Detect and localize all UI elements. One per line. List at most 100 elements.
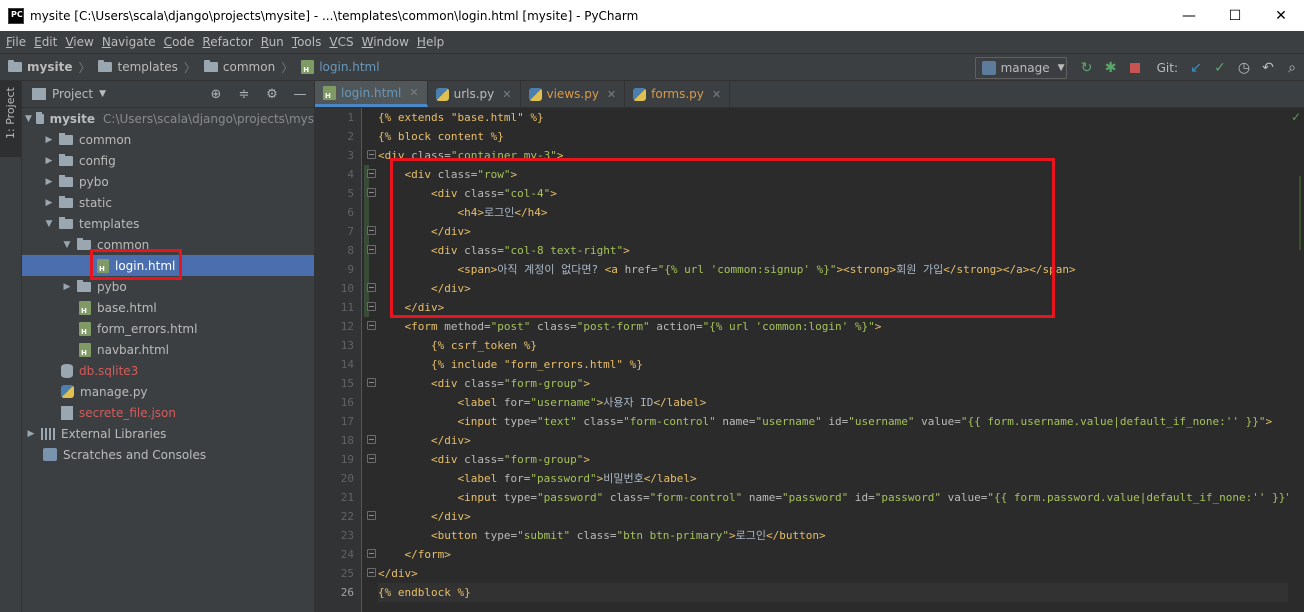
fold-marker[interactable] <box>367 188 376 197</box>
tree-item-static[interactable]: ▶ static <box>22 192 314 213</box>
close-icon[interactable]: ✕ <box>712 88 721 101</box>
fold-marker[interactable] <box>367 245 376 254</box>
annotation-highlight-code <box>390 158 1055 318</box>
breadcrumb-templates[interactable]: templates 〉 <box>90 59 196 76</box>
tree-item-form-errors-html[interactable]: form_errors.html <box>22 318 314 339</box>
chevron-down-icon[interactable]: ▼ <box>25 114 32 124</box>
stop-button[interactable] <box>1123 56 1147 80</box>
database-file-icon <box>61 363 73 378</box>
chevron-right-icon[interactable]: ▶ <box>61 282 73 292</box>
chevron-down-icon[interactable]: ▼ <box>61 240 73 250</box>
scratches-icon <box>43 448 57 461</box>
tab-urls-py[interactable]: urls.py ✕ <box>428 81 521 107</box>
chevron-down-icon[interactable]: ▼ <box>99 89 106 99</box>
project-tool-tab[interactable]: 1: Project <box>0 81 21 157</box>
fold-marker[interactable] <box>367 454 376 463</box>
fold-marker[interactable] <box>367 511 376 520</box>
python-file-icon <box>435 87 449 101</box>
breadcrumb-common[interactable]: common 〉 <box>196 59 293 76</box>
folder-icon <box>77 237 91 250</box>
fold-marker[interactable] <box>367 378 376 387</box>
menu-help[interactable]: Help <box>413 35 448 49</box>
line-number: 19 <box>340 453 354 466</box>
git-commit-button[interactable]: ✓ <box>1208 56 1232 80</box>
chevron-right-icon[interactable]: ▶ <box>43 135 55 145</box>
history-icon[interactable]: ◷ <box>1232 56 1256 80</box>
chevron-right-icon[interactable]: ▶ <box>43 198 55 208</box>
collapse-all-icon[interactable]: ≑ <box>230 87 258 102</box>
tab-login-html[interactable]: login.html ✕ <box>315 81 428 107</box>
debug-button[interactable]: ✱ <box>1099 56 1123 80</box>
chevron-right-icon[interactable]: ▶ <box>43 156 55 166</box>
menu-view[interactable]: View <box>61 35 97 49</box>
tree-item-secrete-file-json[interactable]: secrete_file.json <box>22 402 314 423</box>
close-icon[interactable]: ✕ <box>607 88 616 101</box>
menu-tools[interactable]: Tools <box>288 35 326 49</box>
tab-forms-py[interactable]: forms.py ✕ <box>625 81 731 107</box>
fold-marker[interactable] <box>367 321 376 330</box>
menu-edit[interactable]: Edit <box>30 35 61 49</box>
tree-item-templates[interactable]: ▼ templates <box>22 213 314 234</box>
fold-marker[interactable] <box>367 283 376 292</box>
close-icon[interactable]: ✕ <box>502 88 511 101</box>
tree-item-scratches[interactable]: Scratches and Consoles <box>22 444 314 465</box>
maximize-button[interactable]: ☐ <box>1212 0 1258 31</box>
run-config-select[interactable]: manage ▼ <box>974 56 1067 79</box>
menu-vcs[interactable]: VCS <box>325 35 357 49</box>
fold-marker[interactable] <box>367 150 376 159</box>
close-button[interactable]: ✕ <box>1258 0 1304 31</box>
chevron-right-icon[interactable]: ▶ <box>43 177 55 187</box>
breadcrumb-project[interactable]: mysite 〉 <box>0 59 90 76</box>
line-number: 14 <box>340 358 354 371</box>
tree-item-pybo[interactable]: ▶ pybo <box>22 171 314 192</box>
project-view-select[interactable]: Project <box>52 87 93 101</box>
tree-item-external-libraries[interactable]: ▶ External Libraries <box>22 423 314 444</box>
line-number: 17 <box>340 415 354 428</box>
fold-marker[interactable] <box>367 302 376 311</box>
tree-item-config[interactable]: ▶ config <box>22 150 314 171</box>
menu-navigate[interactable]: Navigate <box>98 35 160 49</box>
menu-run[interactable]: Run <box>257 35 288 49</box>
chevron-right-icon[interactable]: ▶ <box>25 429 37 439</box>
rerun-button[interactable]: ↻ <box>1075 56 1099 80</box>
editor-scrollbar[interactable] <box>1288 108 1304 612</box>
gear-icon[interactable]: ⚙ <box>258 87 286 102</box>
close-icon[interactable]: ✕ <box>409 86 418 99</box>
search-icon[interactable]: ⌕ <box>1280 56 1304 80</box>
line-number: 10 <box>340 282 354 295</box>
menu-window[interactable]: Window <box>358 35 413 49</box>
code-line-22: </div> <box>430 510 471 523</box>
menu-file[interactable]: File <box>2 35 30 49</box>
tree-item-navbar-html[interactable]: navbar.html <box>22 339 314 360</box>
line-number: 26 <box>340 586 354 599</box>
revert-icon[interactable]: ↶ <box>1256 56 1280 80</box>
hide-icon[interactable]: — <box>286 87 314 102</box>
menu-refactor[interactable]: Refactor <box>198 35 256 49</box>
menu-code[interactable]: Code <box>160 35 199 49</box>
locate-icon[interactable]: ⊕ <box>202 87 230 102</box>
line-number: 1 <box>347 111 354 124</box>
folder-icon <box>8 60 22 72</box>
fold-marker[interactable] <box>367 549 376 558</box>
tree-item-manage-py[interactable]: manage.py <box>22 381 314 402</box>
inspection-ok-icon: ✓ <box>1290 110 1301 124</box>
fold-marker[interactable] <box>367 435 376 444</box>
breadcrumb-file[interactable]: login.html <box>293 60 380 74</box>
fold-marker[interactable] <box>367 568 376 577</box>
tree-item-common[interactable]: ▶ common <box>22 129 314 150</box>
minimize-button[interactable]: — <box>1166 0 1212 31</box>
fold-marker[interactable] <box>367 169 376 178</box>
chevron-down-icon[interactable]: ▼ <box>43 219 55 229</box>
tree-item-mysite[interactable]: ▼ mysite C:\Users\scala\django\projects\… <box>22 108 314 129</box>
fold-marker[interactable] <box>367 226 376 235</box>
tab-views-py[interactable]: views.py ✕ <box>521 81 626 107</box>
code-line-13: {% csrf_token %} <box>430 339 537 352</box>
line-number: 23 <box>340 529 354 542</box>
project-panel: Project ▼ ⊕ ≑ ⚙ — ▼ mysite C:\Users\scal… <box>22 81 314 612</box>
code-line-21: <input type="password" class="form-contr… <box>457 491 1298 504</box>
html-file-icon <box>79 342 91 357</box>
git-update-button[interactable]: ↙ <box>1184 56 1208 80</box>
tree-item-db-sqlite3[interactable]: db.sqlite3 <box>22 360 314 381</box>
project-tree: ▼ mysite C:\Users\scala\django\projects\… <box>22 108 314 465</box>
tree-item-base-html[interactable]: base.html <box>22 297 314 318</box>
